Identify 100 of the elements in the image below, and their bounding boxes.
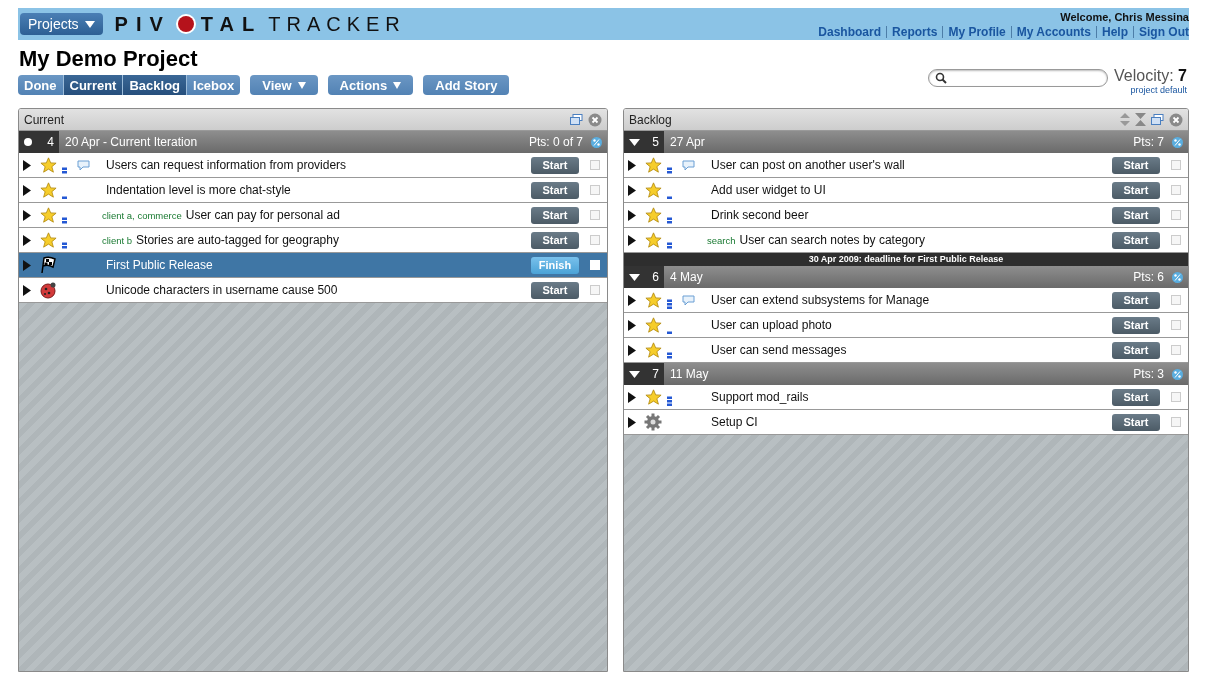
nav-link[interactable]: My Accounts — [1010, 25, 1096, 38]
story-title: Users can request information from providers — [106, 158, 347, 172]
story-checkbox[interactable] — [590, 160, 600, 170]
iteration-number: 7 — [652, 367, 659, 381]
story-checkbox[interactable] — [1171, 160, 1181, 170]
sort-icon[interactable] — [1120, 113, 1130, 126]
menu-button[interactable]: Actions — [327, 75, 414, 95]
story-checkbox[interactable] — [590, 235, 600, 245]
story-row[interactable]: Setup CI Start — [624, 410, 1188, 435]
project-default-link[interactable]: project default — [1130, 85, 1187, 95]
story-title: Add user widget to UI — [711, 183, 826, 197]
add-story-button[interactable]: Add Story — [423, 75, 510, 95]
story-checkbox[interactable] — [1171, 235, 1181, 245]
estimate-icon — [667, 298, 672, 309]
star-icon — [644, 182, 662, 198]
panel-tab[interactable]: Done — [18, 75, 63, 95]
expand-arrow-icon[interactable] — [628, 234, 636, 246]
story-title: User can pay for personal ad — [185, 208, 340, 222]
expand-arrow-icon[interactable] — [23, 284, 31, 296]
expand-triangle-icon[interactable] — [629, 138, 640, 146]
story-checkbox[interactable] — [590, 285, 600, 295]
panel-tab[interactable]: Icebox — [186, 75, 241, 95]
percent-icon[interactable] — [1172, 136, 1183, 148]
projects-button[interactable]: Projects — [20, 13, 103, 35]
expand-arrow-icon[interactable] — [628, 319, 636, 331]
gear-icon — [644, 413, 662, 431]
panel-tab[interactable]: Current — [62, 75, 123, 95]
welcome-text: Welcome, Chris Messina — [1060, 10, 1189, 23]
story-state-button[interactable]: Start — [1112, 181, 1160, 199]
star-icon — [644, 207, 662, 223]
story-checkbox[interactable] — [1171, 185, 1181, 195]
story-title: User can upload photo — [711, 318, 832, 332]
estimate-icon — [62, 217, 67, 224]
iteration-number: 6 — [652, 270, 659, 284]
story-checkbox[interactable] — [590, 185, 600, 195]
story-state-button[interactable]: Start — [1112, 413, 1160, 431]
story-state-button[interactable]: Start — [1112, 341, 1160, 359]
story-checkbox[interactable] — [1171, 320, 1181, 330]
iteration-number: 5 — [652, 135, 659, 149]
story-checkbox[interactable] — [1171, 295, 1181, 305]
expand-arrow-icon[interactable] — [23, 184, 31, 196]
story-state-button[interactable]: Start — [1112, 291, 1160, 309]
story-checkbox[interactable] — [1171, 392, 1181, 402]
percent-icon[interactable] — [1172, 271, 1183, 283]
story-state-button[interactable]: Start — [1112, 388, 1160, 406]
expand-triangle-icon[interactable] — [629, 273, 640, 281]
nav-link[interactable]: Dashboard — [813, 25, 887, 38]
expand-arrow-icon[interactable] — [23, 209, 31, 221]
close-icon[interactable] — [1169, 112, 1183, 127]
expand-arrow-icon[interactable] — [628, 294, 636, 306]
expand-arrow-icon[interactable] — [628, 344, 636, 356]
close-icon[interactable] — [588, 112, 602, 127]
caret-icon — [297, 81, 306, 89]
estimate-icon — [62, 242, 67, 249]
panel-tab[interactable]: Backlog — [122, 75, 187, 95]
expand-arrow-icon[interactable] — [628, 391, 636, 403]
caret-icon — [84, 20, 95, 28]
story-state-button[interactable]: Start — [531, 281, 579, 299]
story-checkbox[interactable] — [590, 210, 600, 220]
nav-link[interactable]: Help — [1096, 25, 1133, 38]
star-icon — [644, 157, 662, 173]
nav-link[interactable]: Reports — [886, 25, 943, 38]
expand-arrow-icon[interactable] — [628, 416, 636, 428]
story-checkbox[interactable] — [1171, 417, 1181, 427]
story-labels[interactable]: search — [707, 235, 736, 246]
estimate-icon — [667, 217, 672, 224]
story-labels[interactable]: client b — [102, 235, 133, 246]
story-state-button[interactable]: Start — [531, 231, 579, 249]
percent-icon[interactable] — [591, 136, 602, 148]
story-title: User can send messages — [711, 343, 847, 357]
nav-link[interactable]: Sign Out — [1133, 25, 1189, 38]
story-state-button[interactable]: Start — [531, 181, 579, 199]
nav-link[interactable]: My Profile — [942, 25, 1011, 38]
window-icon[interactable] — [570, 114, 583, 125]
story-title: User can extend subsystems for Manage — [711, 293, 930, 307]
expand-arrow-icon[interactable] — [23, 159, 31, 171]
estimate-icon — [667, 395, 672, 406]
story-labels[interactable]: client a, commerce — [102, 210, 182, 221]
logo-text: PIV — [114, 12, 171, 36]
story-state-button[interactable]: Start — [531, 206, 579, 224]
collapse-icon[interactable] — [1135, 113, 1146, 126]
window-icon[interactable] — [1151, 114, 1164, 125]
expand-triangle-icon[interactable] — [629, 370, 640, 378]
expand-arrow-icon[interactable] — [628, 209, 636, 221]
expand-arrow-icon[interactable] — [23, 234, 31, 246]
expand-arrow-icon[interactable] — [628, 184, 636, 196]
project-title: My Demo Project — [19, 46, 199, 72]
velocity-label: Velocity: — [1114, 67, 1174, 84]
story-checkbox[interactable] — [1171, 345, 1181, 355]
story-state-button[interactable]: Start — [531, 156, 579, 174]
deadline-marker: 30 Apr 2009: deadline for First Public Release — [624, 253, 1188, 266]
story-state-button[interactable]: Start — [1112, 316, 1160, 334]
story-state-button[interactable]: Start — [1112, 231, 1160, 249]
iteration-date: 20 Apr - Current Iteration — [65, 135, 199, 149]
story-state-button[interactable]: Start — [1112, 206, 1160, 224]
menu-button[interactable]: View — [250, 75, 318, 95]
percent-icon[interactable] — [1172, 368, 1183, 380]
story-state-button[interactable]: Start — [1112, 156, 1160, 174]
story-checkbox[interactable] — [1171, 210, 1181, 220]
expand-arrow-icon[interactable] — [628, 159, 636, 171]
